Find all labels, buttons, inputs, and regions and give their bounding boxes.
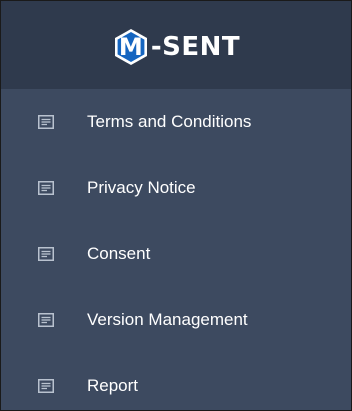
- sidebar-item-label: Terms and Conditions: [87, 112, 252, 131]
- sidebar-item-label: Consent: [87, 244, 151, 263]
- document-icon: [38, 247, 54, 261]
- brand-logo[interactable]: M -SENT: [112, 28, 240, 66]
- document-icon: [38, 313, 54, 327]
- sidebar-item-label: Report: [87, 376, 139, 395]
- sidebar-item-label: Version Management: [87, 310, 248, 329]
- sidebar-item-version-management[interactable]: Version Management: [1, 287, 351, 353]
- sidebar-item-label: Privacy Notice: [87, 178, 196, 197]
- sidebar-menu: Terms and Conditions Privacy Notice Cons…: [1, 89, 351, 410]
- brand-header: M -SENT: [1, 1, 351, 89]
- logo-letter: M: [118, 33, 143, 61]
- sidebar-item-privacy-notice[interactable]: Privacy Notice: [1, 155, 351, 221]
- document-icon: [38, 181, 54, 195]
- sidebar: M -SENT Terms and Conditions Privacy Not…: [0, 0, 352, 411]
- sidebar-item-report[interactable]: Report: [1, 353, 351, 410]
- document-icon: [38, 379, 54, 393]
- hexagon-logo-icon: M: [112, 28, 150, 66]
- document-icon: [38, 115, 54, 129]
- brand-name: -SENT: [150, 32, 241, 62]
- sidebar-item-consent[interactable]: Consent: [1, 221, 351, 287]
- sidebar-item-terms-and-conditions[interactable]: Terms and Conditions: [1, 89, 351, 155]
